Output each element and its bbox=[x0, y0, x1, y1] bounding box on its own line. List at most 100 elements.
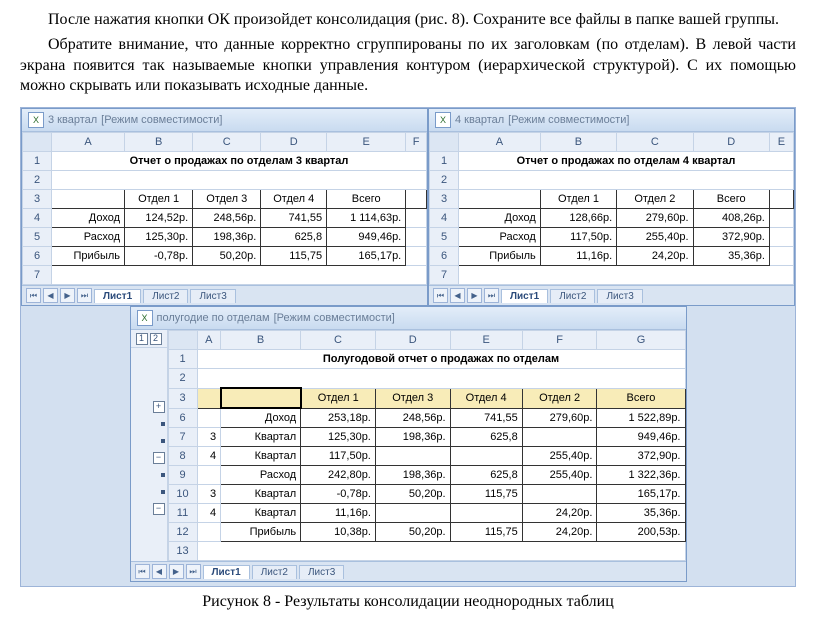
row-header[interactable]: 4 bbox=[430, 209, 459, 228]
cell[interactable] bbox=[769, 209, 793, 228]
select-all-corner[interactable] bbox=[23, 133, 52, 152]
cell[interactable]: 625,8 bbox=[450, 466, 522, 485]
col-header[interactable]: E bbox=[769, 133, 793, 152]
cell[interactable] bbox=[459, 190, 541, 209]
sheet-tab[interactable]: Лист3 bbox=[190, 289, 235, 303]
cell[interactable]: 35,36р. bbox=[693, 247, 769, 266]
col-header[interactable]: B bbox=[540, 133, 616, 152]
first-sheet-button[interactable]: ⏮ bbox=[433, 288, 448, 303]
cell[interactable] bbox=[459, 266, 794, 285]
cell[interactable]: 198,36р. bbox=[375, 428, 450, 447]
row-header[interactable]: 1 bbox=[168, 350, 197, 369]
cell[interactable] bbox=[522, 428, 597, 447]
cell[interactable]: Отдел 2 bbox=[522, 388, 597, 408]
cell[interactable] bbox=[522, 485, 597, 504]
select-all-corner[interactable] bbox=[168, 331, 197, 350]
cell[interactable]: 949,46р. bbox=[597, 428, 685, 447]
cell[interactable]: 117,50р. bbox=[301, 447, 376, 466]
cell[interactable]: 625,8 bbox=[261, 228, 327, 247]
cell[interactable] bbox=[197, 388, 221, 408]
cell[interactable]: Отдел 4 bbox=[450, 388, 522, 408]
next-sheet-button[interactable]: ▶ bbox=[169, 564, 184, 579]
cell[interactable] bbox=[52, 190, 125, 209]
cell[interactable] bbox=[197, 523, 221, 542]
cell[interactable]: 1 114,63р. bbox=[327, 209, 406, 228]
col-header[interactable]: D bbox=[261, 133, 327, 152]
cell[interactable]: 372,90р. bbox=[693, 228, 769, 247]
cell[interactable]: Квартал bbox=[221, 485, 301, 504]
cell[interactable]: 372,90р. bbox=[597, 447, 685, 466]
col-header[interactable]: F bbox=[406, 133, 427, 152]
row-header[interactable]: 11 bbox=[168, 504, 197, 523]
cell[interactable]: 3 bbox=[197, 485, 221, 504]
cell[interactable] bbox=[406, 209, 427, 228]
outline-level-1[interactable]: 1 bbox=[136, 333, 148, 345]
cell[interactable]: 115,75 bbox=[261, 247, 327, 266]
first-sheet-button[interactable]: ⏮ bbox=[26, 288, 41, 303]
cell[interactable]: Всего bbox=[693, 190, 769, 209]
row-header[interactable]: 4 bbox=[23, 209, 52, 228]
row-header[interactable]: 3 bbox=[430, 190, 459, 209]
col-header[interactable]: G bbox=[597, 331, 685, 350]
row-header[interactable]: 2 bbox=[168, 369, 197, 389]
cell[interactable]: Отдел 1 bbox=[540, 190, 616, 209]
col-header[interactable]: F bbox=[522, 331, 597, 350]
row-header[interactable]: 7 bbox=[23, 266, 52, 285]
col-header[interactable]: D bbox=[693, 133, 769, 152]
cell[interactable]: Доход bbox=[52, 209, 125, 228]
cell[interactable]: Полугодовой отчет о продажах по отделам bbox=[197, 350, 685, 369]
col-header[interactable]: A bbox=[459, 133, 541, 152]
cell[interactable]: 198,36р. bbox=[375, 466, 450, 485]
cell[interactable]: Отдел 1 bbox=[125, 190, 193, 209]
cell[interactable]: Отдел 1 bbox=[301, 388, 376, 408]
cell[interactable]: 1 522,89р. bbox=[597, 408, 685, 428]
cell[interactable]: Отдел 3 bbox=[375, 388, 450, 408]
cell[interactable]: 255,40р. bbox=[522, 447, 597, 466]
cell[interactable]: Расход bbox=[459, 228, 541, 247]
cell[interactable]: 1 322,36р. bbox=[597, 466, 685, 485]
cell[interactable]: 115,75 bbox=[450, 523, 522, 542]
cell[interactable]: Квартал bbox=[221, 447, 301, 466]
sheet-tab[interactable]: Лист2 bbox=[550, 289, 595, 303]
cell[interactable]: 11,16р. bbox=[301, 504, 376, 523]
cell[interactable]: 35,36р. bbox=[597, 504, 685, 523]
cell[interactable]: 200,53р. bbox=[597, 523, 685, 542]
cell[interactable] bbox=[197, 466, 221, 485]
cell[interactable]: Прибыль bbox=[52, 247, 125, 266]
cell[interactable] bbox=[406, 247, 427, 266]
next-sheet-button[interactable]: ▶ bbox=[467, 288, 482, 303]
cell[interactable]: 50,20р. bbox=[375, 523, 450, 542]
cell[interactable]: 248,56р. bbox=[375, 408, 450, 428]
sheet-tab[interactable]: Лист2 bbox=[143, 289, 188, 303]
first-sheet-button[interactable]: ⏮ bbox=[135, 564, 150, 579]
prev-sheet-button[interactable]: ◀ bbox=[152, 564, 167, 579]
cell[interactable]: Доход bbox=[221, 408, 301, 428]
col-header[interactable]: D bbox=[375, 331, 450, 350]
cell[interactable]: 625,8 bbox=[450, 428, 522, 447]
row-header[interactable]: 5 bbox=[430, 228, 459, 247]
row-header[interactable]: 9 bbox=[168, 466, 197, 485]
cell[interactable]: 125,30р. bbox=[125, 228, 193, 247]
cell[interactable] bbox=[769, 190, 793, 209]
cell[interactable]: Доход bbox=[459, 209, 541, 228]
cell[interactable]: 50,20р. bbox=[375, 485, 450, 504]
cell[interactable]: 741,55 bbox=[450, 408, 522, 428]
cell[interactable]: Всего bbox=[327, 190, 406, 209]
cell[interactable] bbox=[406, 228, 427, 247]
col-header[interactable]: E bbox=[450, 331, 522, 350]
cell[interactable]: 408,26р. bbox=[693, 209, 769, 228]
cell[interactable]: 4 bbox=[197, 504, 221, 523]
cell[interactable] bbox=[197, 542, 685, 561]
cell[interactable]: 3 bbox=[197, 428, 221, 447]
row-header[interactable]: 7 bbox=[430, 266, 459, 285]
outline-expand-button[interactable]: + bbox=[153, 401, 165, 413]
sheet-tab[interactable]: Лист1 bbox=[501, 289, 548, 303]
cell[interactable]: 165,17р. bbox=[597, 485, 685, 504]
cell[interactable]: -0,78р. bbox=[301, 485, 376, 504]
cell[interactable]: 50,20р. bbox=[193, 247, 261, 266]
next-sheet-button[interactable]: ▶ bbox=[60, 288, 75, 303]
cell[interactable]: Квартал bbox=[221, 428, 301, 447]
row-header[interactable]: 12 bbox=[168, 523, 197, 542]
cell[interactable]: 24,20р. bbox=[617, 247, 693, 266]
cell[interactable] bbox=[406, 190, 427, 209]
